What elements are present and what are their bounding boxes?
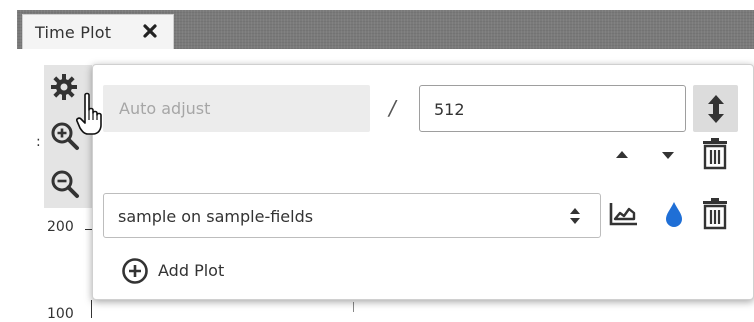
y-tick-mark: [85, 229, 92, 230]
x-gridline: [353, 302, 354, 312]
tab-bar: Time Plot: [0, 0, 754, 50]
hand-pointer-icon: [76, 92, 106, 142]
buffer-size-input[interactable]: 512: [419, 85, 686, 132]
gear-icon[interactable]: [50, 73, 78, 105]
line-chart-icon[interactable]: [608, 200, 640, 232]
droplet-icon[interactable]: [664, 200, 684, 232]
close-icon[interactable]: [140, 21, 160, 41]
tab-time-plot[interactable]: Time Plot: [22, 14, 174, 50]
arrows-vertical-icon: [705, 93, 727, 129]
y-tick-200: 200: [47, 219, 74, 235]
zoom-out-icon[interactable]: [50, 169, 80, 203]
range-mode-field[interactable]: Auto adjust: [103, 85, 370, 132]
y-axis-line: [91, 300, 92, 318]
trash-icon[interactable]: [701, 198, 729, 234]
range-toggle-button[interactable]: [693, 85, 738, 132]
y-tick-partial: :: [36, 134, 41, 150]
source-select[interactable]: sample on sample-fields: [103, 193, 601, 238]
trash-icon[interactable]: [701, 138, 729, 174]
add-plot-label: Add Plot: [158, 261, 225, 280]
sort-caret-icon: [568, 205, 582, 231]
tab-title: Time Plot: [35, 23, 112, 42]
plus-circle-icon: [121, 257, 149, 289]
separator: /: [389, 96, 396, 120]
source-select-value: sample on sample-fields: [118, 207, 314, 226]
y-tick-100: 100: [47, 306, 74, 322]
caret-down-icon[interactable]: [660, 148, 676, 167]
caret-up-icon[interactable]: [614, 146, 630, 165]
